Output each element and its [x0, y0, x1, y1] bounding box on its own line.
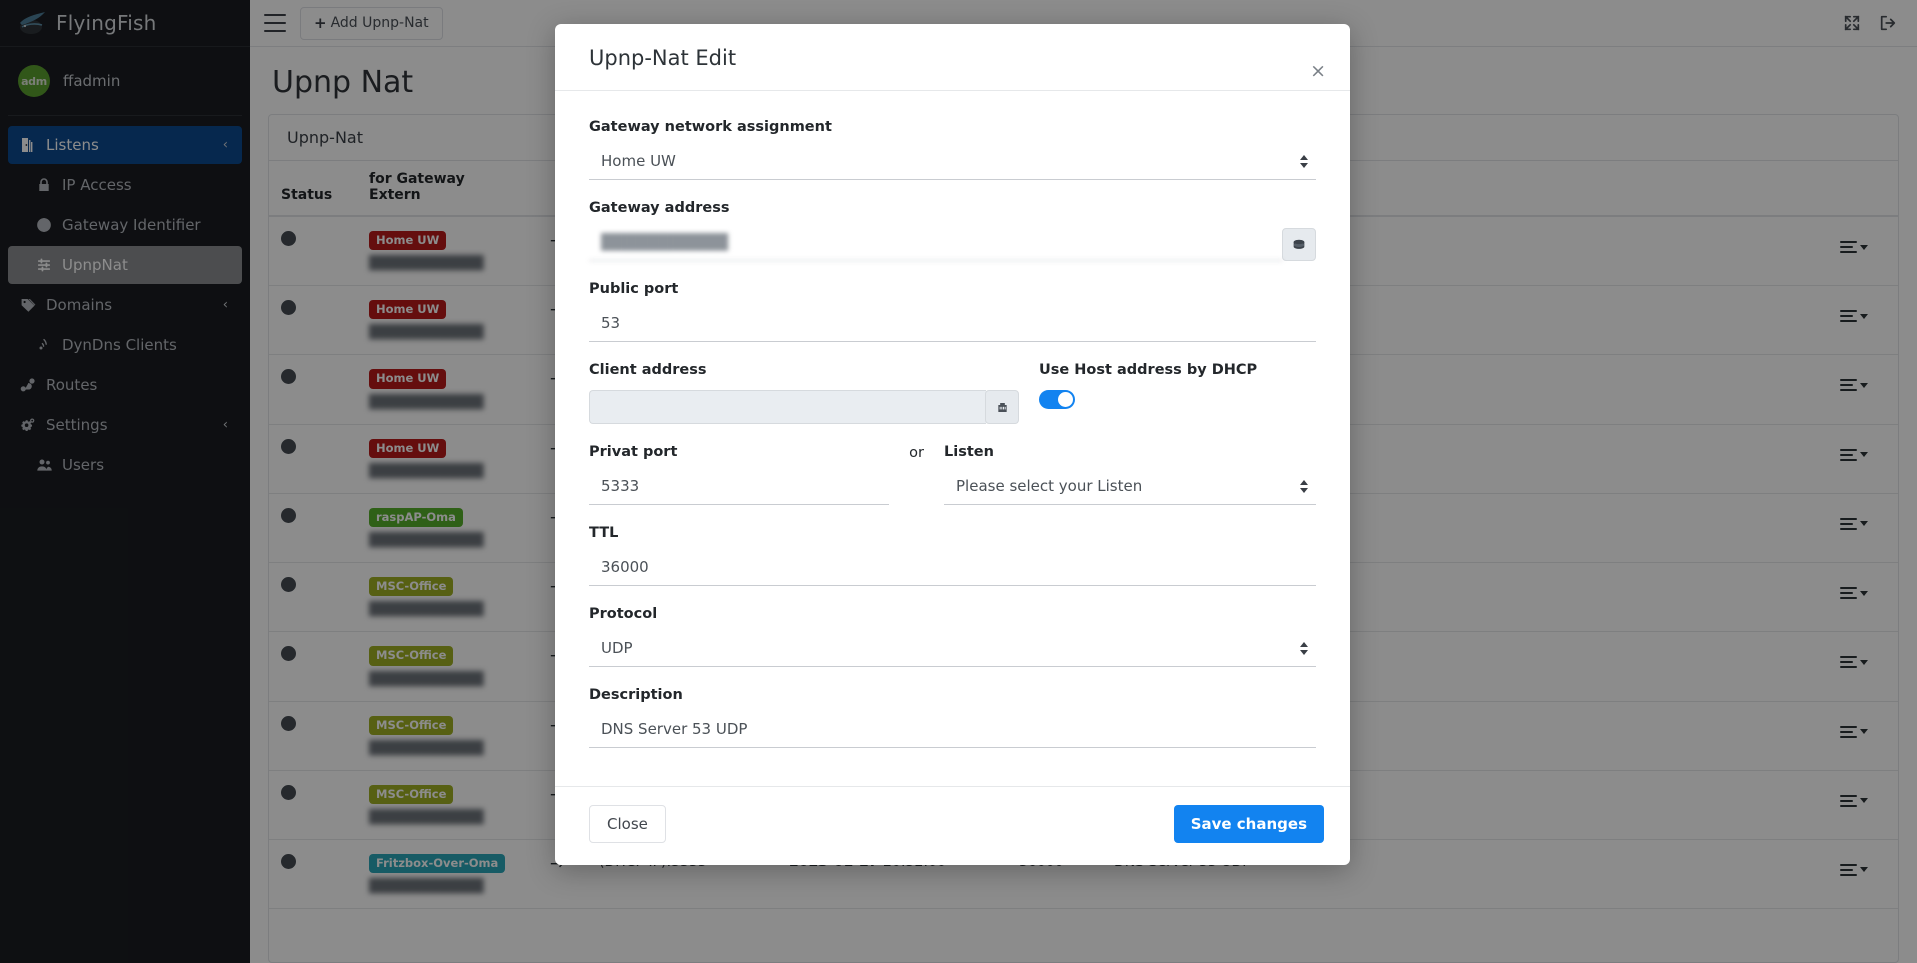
app-root: FlyingFish adm ffadmin Listens ‹ IP Access…: [0, 0, 1917, 963]
toggle-knob: [1058, 392, 1073, 407]
field-public-port: Public port: [589, 281, 1316, 342]
label-ttl: TTL: [589, 525, 619, 541]
modal-footer: Close Save changes: [555, 786, 1350, 865]
label-public-port: Public port: [589, 281, 679, 297]
gateway-address-input[interactable]: [589, 228, 1283, 261]
label-gateway-network: Gateway network assignment: [589, 119, 832, 135]
field-ttl: TTL: [589, 525, 1316, 586]
row-privat-port-listen: Privat port or Listen Please select your…: [589, 444, 1316, 505]
close-icon[interactable]: ×: [1310, 62, 1326, 81]
save-changes-button[interactable]: Save changes: [1173, 805, 1324, 843]
label-listen: Listen: [944, 444, 994, 460]
field-privat-port: Privat port: [589, 444, 889, 505]
label-privat-port: Privat port: [589, 444, 678, 460]
database-icon[interactable]: [1282, 228, 1316, 261]
modal-title: Upnp-Nat Edit: [589, 46, 737, 70]
label-description: Description: [589, 687, 683, 703]
label-gateway-address: Gateway address: [589, 200, 730, 216]
close-button[interactable]: Close: [589, 805, 666, 843]
protocol-select[interactable]: UDP: [589, 634, 1316, 667]
public-port-input[interactable]: [589, 309, 1316, 342]
field-listen: Listen Please select your Listen: [944, 444, 1316, 505]
upnp-nat-edit-modal: Upnp-Nat Edit × Gateway network assignme…: [555, 24, 1350, 865]
gateway-network-select[interactable]: Home UW: [589, 147, 1316, 180]
gateway-network-select-wrap: Home UW: [589, 147, 1316, 180]
listen-select-wrap: Please select your Listen: [944, 472, 1316, 505]
field-gateway-network: Gateway network assignment Home UW: [589, 119, 1316, 180]
field-gateway-address: Gateway address: [589, 200, 1316, 261]
protocol-select-wrap: UDP: [589, 634, 1316, 667]
ethernet-port-icon[interactable]: [985, 390, 1019, 424]
label-dhcp: Use Host address by DHCP: [1039, 362, 1258, 378]
row-client-dhcp: Client address Use Host address by DHCP: [589, 362, 1316, 424]
client-address-input[interactable]: [589, 390, 986, 424]
field-description: Description: [589, 687, 1316, 748]
field-client-address: Client address: [589, 362, 1019, 424]
field-dhcp-toggle: Use Host address by DHCP: [1019, 362, 1316, 424]
modal-header: Upnp-Nat Edit ×: [555, 24, 1350, 91]
modal-body: Gateway network assignment Home UW Gatew…: [555, 91, 1350, 786]
or-separator: or: [889, 444, 944, 505]
or-label: or: [909, 445, 924, 461]
ttl-input[interactable]: [589, 553, 1316, 586]
description-input[interactable]: [589, 715, 1316, 748]
label-client-address: Client address: [589, 362, 707, 378]
field-protocol: Protocol UDP: [589, 606, 1316, 667]
gateway-address-group: [589, 228, 1316, 261]
dhcp-toggle-switch[interactable]: [1039, 390, 1075, 409]
listen-select[interactable]: Please select your Listen: [944, 472, 1316, 505]
client-address-group: [589, 390, 1019, 424]
label-protocol: Protocol: [589, 606, 658, 622]
privat-port-input[interactable]: [589, 472, 889, 505]
